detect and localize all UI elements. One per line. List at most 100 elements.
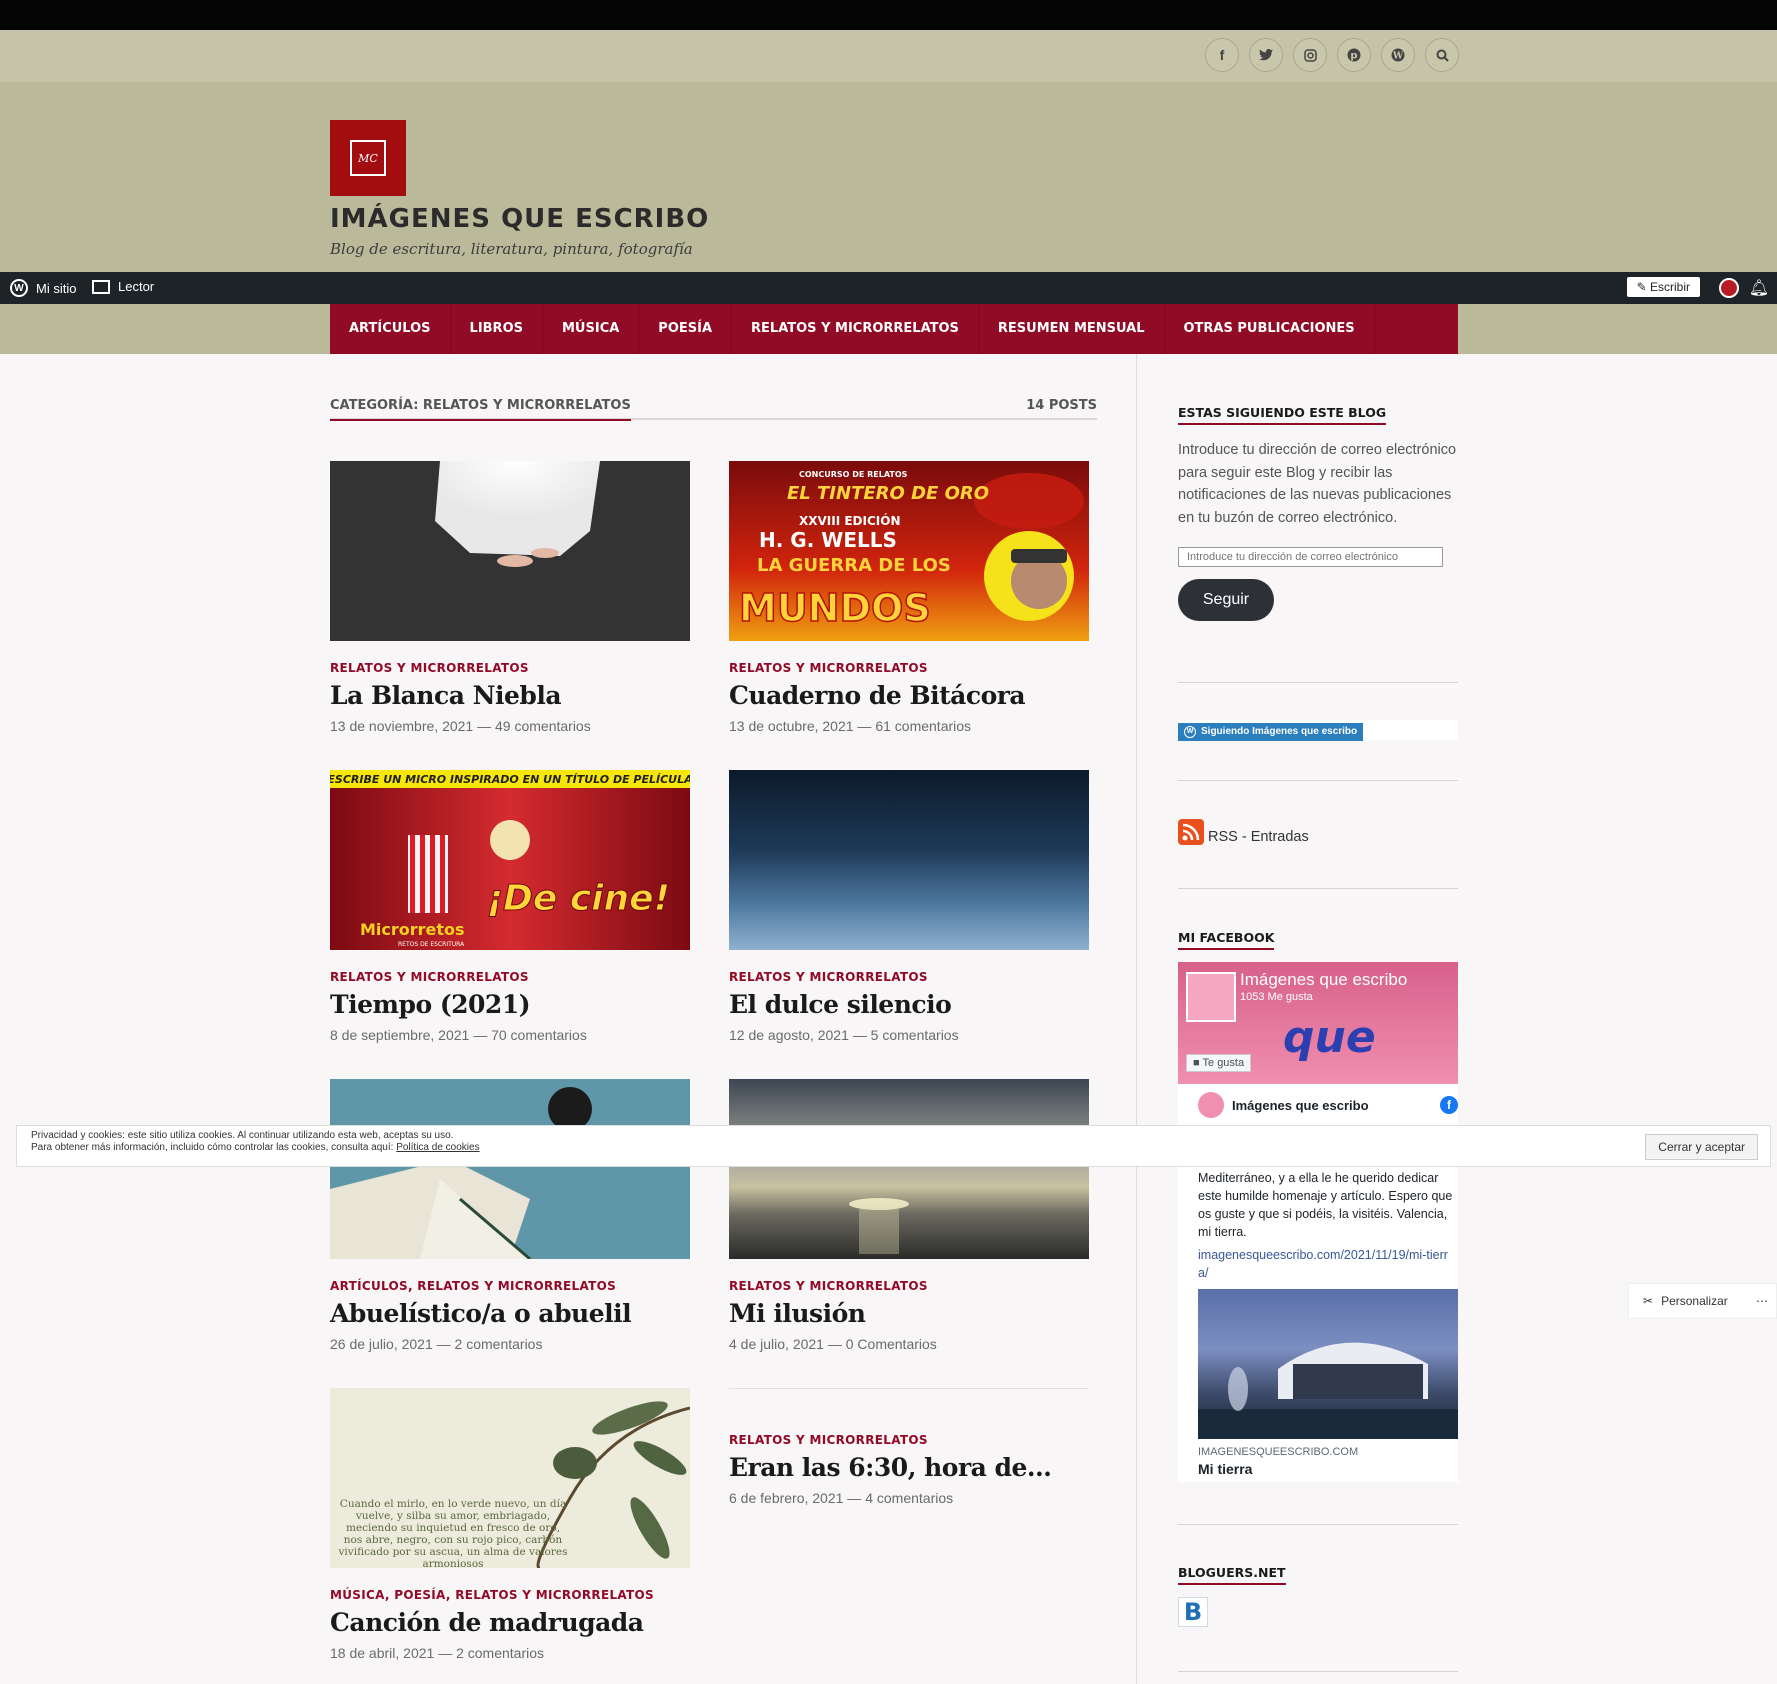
post-categories[interactable]: RELATOS Y MICRORRELATOS [729, 970, 1089, 984]
post-thumbnail[interactable] [330, 461, 690, 641]
notification-bell-icon[interactable]: 🔔︎ [1749, 278, 1769, 298]
fb-likes: 1053 Me gusta [1240, 991, 1313, 1003]
fb-page-name[interactable]: Imágenes que escribo [1240, 970, 1407, 990]
customize-button[interactable]: ✂ Personalizar ⋯ [1628, 1283, 1777, 1319]
post-title[interactable]: Eran las 6:30, hora de… [729, 1453, 1089, 1482]
fb-link[interactable]: imagenesqueescribo.com/2021/11/19/mi-tie… [1198, 1246, 1448, 1282]
post-categories[interactable]: RELATOS Y MICRORRELATOS [729, 1279, 1089, 1293]
post-card: RELATOS Y MICRORRELATOS Eran las 6:30, h… [729, 1388, 1089, 1506]
social-bar: f p W [0, 30, 1777, 82]
post-card: RELATOS Y MICRORRELATOS La Blanca Niebla… [330, 461, 690, 734]
post-categories[interactable]: RELATOS Y MICRORRELATOS [330, 661, 690, 675]
bloguers-widget: BLOGUERS.NET B [1178, 1564, 1286, 1627]
write-button[interactable]: ✎ Escribir [1626, 277, 1700, 297]
more-icon[interactable]: ⋯ [1756, 1294, 1768, 1308]
nav-musica[interactable]: MÚSICA [543, 304, 640, 354]
post-thumbnail[interactable] [330, 1079, 690, 1259]
cookie-text-1: Privacidad y cookies: este sitio utiliza… [31, 1130, 454, 1141]
fb-link-image[interactable] [1198, 1289, 1458, 1439]
post-title[interactable]: Mi ilusión [729, 1299, 1089, 1328]
post-card: ARTÍCULOS, RELATOS Y MICRORRELATOS Abuel… [330, 1079, 690, 1352]
fb-cover: que Imágenes que escribo 1053 Me gusta ■… [1178, 962, 1458, 1084]
post-categories[interactable]: RELATOS Y MICRORRELATOS [729, 1433, 1089, 1447]
post-card: Cuando el mirlo, en lo verde nuevo, un d… [330, 1388, 690, 1661]
cookie-policy-link[interactable]: Política de cookies [396, 1142, 479, 1153]
cookie-accept-button[interactable]: Cerrar y aceptar [1645, 1134, 1758, 1160]
wordpress-icon: W [10, 279, 28, 297]
post-title[interactable]: La Blanca Niebla [330, 681, 690, 710]
nav-relatos[interactable]: RELATOS Y MICRORRELATOS [732, 304, 979, 354]
fb-cover-text: que [1283, 1012, 1376, 1063]
site-logo[interactable]: MC [330, 120, 406, 196]
thumb-brand: Microrretos [360, 920, 465, 939]
post-card: ¡ESCRIBE UN MICRO INSPIRADO EN UN TÍTULO… [330, 770, 690, 1043]
fb-link-title[interactable]: Mi tierra [1198, 1461, 1252, 1477]
follow-button[interactable]: Seguir [1178, 579, 1274, 621]
category-header: CATEGORÍA: RELATOS Y MICRORRELATOS 14 PO… [330, 398, 1097, 421]
thumb-text-3: XXVIII EDICIÓN [799, 513, 901, 528]
email-field[interactable] [1178, 547, 1443, 567]
post-thumbnail[interactable]: Cuando el mirlo, en lo verde nuevo, un d… [330, 1388, 690, 1568]
nav-libros[interactable]: LIBROS [451, 304, 543, 354]
nav-articulos[interactable]: ARTÍCULOS [330, 304, 451, 354]
post-title[interactable]: Abuelístico/a o abuelil [330, 1299, 690, 1328]
fb-like-button[interactable]: ■ Te gusta [1186, 1054, 1252, 1072]
fb-post-header: Imágenes que escribo f [1198, 1090, 1458, 1120]
thumb-text-6: MUNDOS [739, 586, 931, 630]
bloguers-logo[interactable]: B [1178, 1597, 1208, 1627]
nav-wrapper: ARTÍCULOS LIBROS MÚSICA POESÍA RELATOS Y… [0, 304, 1777, 354]
facebook-embed[interactable]: que Imágenes que escribo 1053 Me gusta ■… [1178, 962, 1458, 1482]
site-title[interactable]: IMÁGENES QUE ESCRIBO [330, 204, 709, 234]
avatar[interactable] [1719, 278, 1739, 298]
admin-reader[interactable]: Lector [92, 279, 154, 294]
nav-poesia[interactable]: POESÍA [639, 304, 733, 354]
post-categories[interactable]: ARTÍCULOS, RELATOS Y MICRORRELATOS [330, 1279, 690, 1293]
post-title[interactable]: Cuaderno de Bitácora [729, 681, 1089, 710]
rss-widget[interactable]: RSS - Entradas [1178, 819, 1309, 845]
divider [1178, 1671, 1458, 1672]
search-icon[interactable] [1425, 38, 1459, 72]
post-categories[interactable]: MÚSICA, POESÍA, RELATOS Y MICRORRELATOS [330, 1588, 690, 1602]
post-meta: 13 de noviembre, 2021 — 49 comentarios [330, 718, 591, 734]
bloguers-title: BLOGUERS.NET [1178, 1565, 1286, 1585]
post-categories[interactable]: RELATOS Y MICRORRELATOS [729, 661, 1089, 675]
admin-my-site[interactable]: W Mi sitio [10, 279, 76, 297]
wordpress-icon[interactable]: W [1381, 38, 1415, 72]
fb-like-label: Te gusta [1202, 1057, 1245, 1069]
sidebar-divider [1136, 354, 1137, 1684]
post-thumbnail[interactable]: ¡ESCRIBE UN MICRO INSPIRADO EN UN TÍTULO… [330, 770, 690, 950]
cookie-text-2: Para obtener más información, incluido c… [31, 1142, 1756, 1154]
post-meta: 6 de febrero, 2021 — 4 comentarios [729, 1490, 954, 1506]
fb-author-avatar [1198, 1092, 1224, 1118]
twitter-icon[interactable] [1249, 38, 1283, 72]
instagram-icon[interactable] [1293, 38, 1327, 72]
post-thumbnail[interactable]: CONCURSO DE RELATOS EL TINTERO DE ORO XX… [729, 461, 1089, 641]
thumb-sub: RETOS DE ESCRITURA [398, 941, 465, 948]
post-card: RELATOS Y MICRORRELATOS El dulce silenci… [729, 770, 1089, 1043]
fb-post-author[interactable]: Imágenes que escribo [1232, 1098, 1369, 1113]
facebook-icon[interactable]: f [1205, 38, 1239, 72]
thumb-banner: ¡ESCRIBE UN MICRO INSPIRADO EN UN TÍTULO… [330, 773, 690, 786]
post-title[interactable]: El dulce silencio [729, 990, 1089, 1019]
site-description: Blog de escritura, literatura, pintura, … [330, 240, 693, 258]
post-title[interactable]: Tiempo (2021) [330, 990, 690, 1019]
rss-label: RSS - Entradas [1208, 829, 1309, 845]
category-label: CATEGORÍA: RELATOS Y MICRORRELATOS [330, 398, 631, 421]
nav-resumen[interactable]: RESUMEN MENSUAL [979, 304, 1165, 354]
following-widget: W Siguiendo Imágenes que escribo [1178, 720, 1458, 741]
customize-label: Personalizar [1661, 1294, 1728, 1308]
post-categories[interactable]: RELATOS Y MICRORRELATOS [330, 970, 690, 984]
cookie-text-2-label: Para obtener más información, incluido c… [31, 1142, 394, 1153]
post-thumbnail[interactable] [729, 770, 1089, 950]
reader-icon [92, 279, 110, 294]
post-title[interactable]: Canción de madrugada [330, 1608, 690, 1637]
browser-top-bar [0, 0, 1777, 30]
pinterest-icon[interactable]: p [1337, 38, 1371, 72]
nav-otras[interactable]: OTRAS PUBLICACIONES [1165, 304, 1375, 354]
rss-icon [1178, 819, 1204, 845]
post-thumbnail[interactable] [729, 1079, 1089, 1259]
post-meta: 26 de julio, 2021 — 2 comentarios [330, 1336, 543, 1352]
facebook-title: MI FACEBOOK [1178, 930, 1275, 950]
following-badge[interactable]: W Siguiendo Imágenes que escribo [1178, 722, 1364, 741]
post-meta: 12 de agosto, 2021 — 5 comentarios [729, 1027, 959, 1043]
